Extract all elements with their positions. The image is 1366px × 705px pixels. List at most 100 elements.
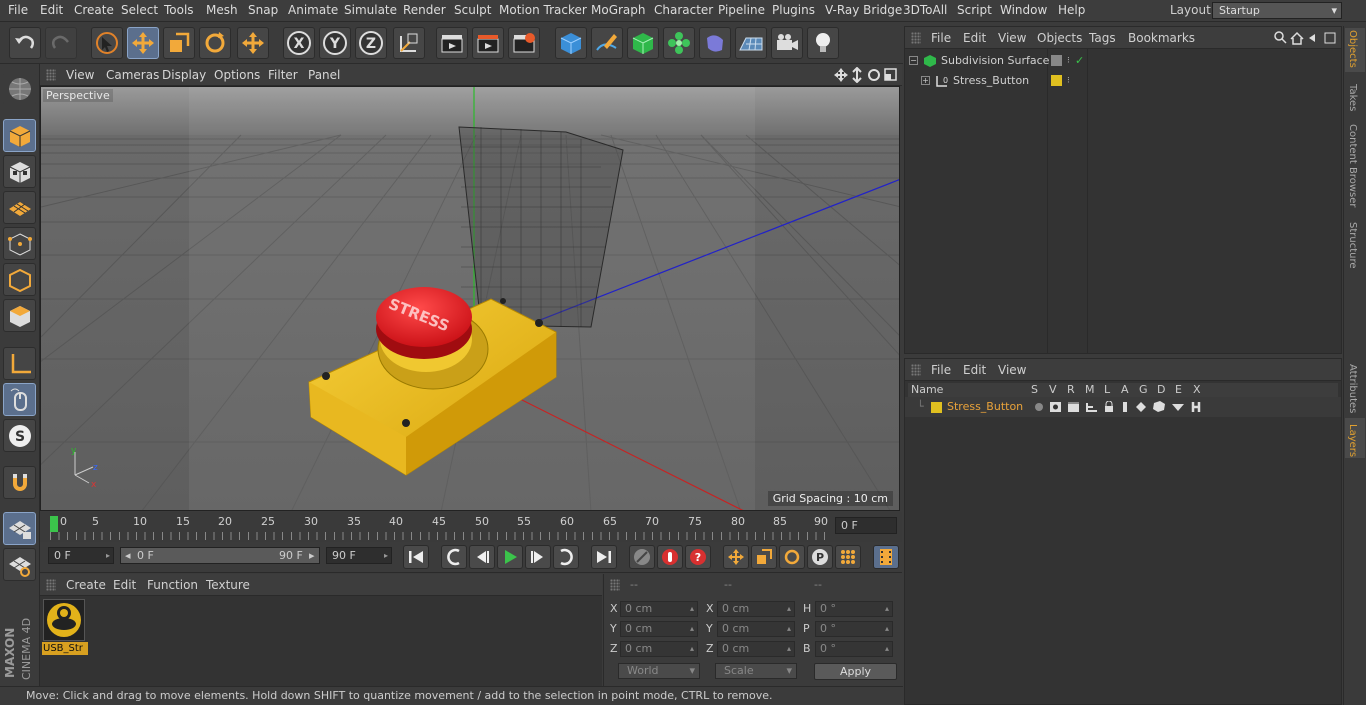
solo-button[interactable]: S bbox=[3, 419, 36, 452]
tab-attributes[interactable]: Attributes bbox=[1347, 364, 1358, 413]
live-selection-button[interactable] bbox=[91, 27, 123, 59]
grip-icon[interactable] bbox=[46, 69, 56, 81]
menu-plugins[interactable]: Plugins bbox=[772, 3, 815, 17]
grip-icon[interactable] bbox=[46, 579, 56, 591]
next-key-button[interactable] bbox=[553, 545, 579, 569]
visibility-dots[interactable]: ⁝ bbox=[1067, 51, 1070, 71]
menu-mesh[interactable]: Mesh bbox=[206, 3, 238, 17]
model-mode-button[interactable] bbox=[3, 119, 36, 152]
col-animation[interactable]: A bbox=[1121, 383, 1129, 396]
subdivision-surface-button[interactable] bbox=[627, 27, 659, 59]
object-row-subdivision[interactable]: − Subdivision Surface ⁝ ✓ bbox=[905, 51, 1341, 71]
timeline-window-button[interactable] bbox=[873, 545, 899, 569]
apply-button[interactable]: Apply bbox=[814, 663, 897, 680]
redo-button[interactable] bbox=[45, 27, 77, 59]
rotation-h-field[interactable]: 0 ° bbox=[815, 601, 893, 617]
object-name[interactable]: Stress_Button bbox=[953, 71, 1029, 91]
menu-tools[interactable]: Tools bbox=[164, 3, 194, 17]
key-pla-button[interactable] bbox=[835, 545, 861, 569]
menu-select[interactable]: Select bbox=[121, 3, 158, 17]
layer-color-swatch[interactable] bbox=[931, 402, 942, 413]
polygons-mode-button[interactable] bbox=[3, 299, 36, 332]
tab-structure[interactable]: Structure bbox=[1347, 222, 1358, 269]
vp-menu-options[interactable]: Options bbox=[214, 68, 260, 82]
object-manager-tools[interactable] bbox=[1273, 30, 1339, 46]
menu-animate[interactable]: Animate bbox=[288, 3, 338, 17]
rotation-b-field[interactable]: 0 ° bbox=[815, 641, 893, 657]
move-tool-button[interactable] bbox=[127, 27, 159, 59]
menu-window[interactable]: Window bbox=[1000, 3, 1047, 17]
axis-mode-button[interactable] bbox=[3, 347, 36, 380]
visibility-dots[interactable]: ⁝ bbox=[1067, 71, 1070, 91]
mat-menu-texture[interactable]: Texture bbox=[206, 578, 250, 592]
vp-menu-panel[interactable]: Panel bbox=[308, 68, 340, 82]
playhead[interactable] bbox=[50, 516, 58, 532]
start-frame-field[interactable]: 0 F bbox=[48, 547, 114, 564]
recent-tool-button[interactable] bbox=[237, 27, 269, 59]
goto-end-button[interactable] bbox=[591, 545, 617, 569]
mat-menu-edit[interactable]: Edit bbox=[113, 578, 136, 592]
obj-menu-view[interactable]: View bbox=[998, 31, 1026, 45]
tab-objects[interactable]: Objects bbox=[1347, 30, 1358, 68]
obj-menu-objects[interactable]: Objects bbox=[1037, 31, 1082, 45]
menu-motion-tracker[interactable]: Motion Tracker bbox=[499, 3, 587, 17]
col-deformers[interactable]: D bbox=[1157, 383, 1165, 396]
menu-sculpt[interactable]: Sculpt bbox=[454, 3, 491, 17]
next-frame-button[interactable] bbox=[525, 545, 551, 569]
col-generators[interactable]: G bbox=[1139, 383, 1148, 396]
obj-menu-bookmarks[interactable]: Bookmarks bbox=[1128, 31, 1195, 45]
layer-menu-view[interactable]: View bbox=[998, 363, 1026, 377]
z-axis-button[interactable]: Z bbox=[355, 27, 387, 59]
key-position-button[interactable] bbox=[723, 545, 749, 569]
position-z-field[interactable]: 0 cm bbox=[620, 641, 698, 657]
size-z-field[interactable]: 0 cm bbox=[717, 641, 795, 657]
menu-edit[interactable]: Edit bbox=[40, 3, 63, 17]
cloner-button[interactable] bbox=[663, 27, 695, 59]
timeline[interactable]: 0 5 10 15 20 25 30 35 40 45 50 55 60 65 … bbox=[40, 512, 902, 542]
col-locked[interactable]: L bbox=[1104, 383, 1110, 396]
object-name[interactable]: Subdivision Surface bbox=[941, 51, 1049, 71]
key-scale-button[interactable] bbox=[751, 545, 777, 569]
col-solo[interactable]: S bbox=[1031, 383, 1038, 396]
rotate-tool-button[interactable] bbox=[199, 27, 231, 59]
play-button[interactable] bbox=[497, 545, 523, 569]
grip-icon[interactable] bbox=[911, 364, 921, 376]
menu-script[interactable]: Script bbox=[957, 3, 992, 17]
layout-select[interactable]: Startup bbox=[1212, 2, 1342, 19]
grip-icon[interactable] bbox=[911, 32, 921, 44]
camera-button[interactable] bbox=[771, 27, 803, 59]
menu-create[interactable]: Create bbox=[74, 3, 114, 17]
prev-frame-button[interactable] bbox=[469, 545, 495, 569]
render-picture-viewer-button[interactable] bbox=[472, 27, 504, 59]
cube-button[interactable] bbox=[555, 27, 587, 59]
locked-workplane-button[interactable] bbox=[3, 512, 36, 545]
material-name[interactable]: USB_Str bbox=[42, 642, 88, 655]
layer-row[interactable]: └ Stress_Button bbox=[905, 397, 1341, 417]
tab-content-browser[interactable]: Content Browser bbox=[1347, 124, 1358, 207]
render-view-button[interactable] bbox=[436, 27, 468, 59]
layer-name[interactable]: Stress_Button bbox=[947, 397, 1023, 417]
size-y-field[interactable]: 0 cm bbox=[717, 621, 795, 637]
object-row-stress-button[interactable]: + 0 Stress_Button ⁝ bbox=[905, 71, 1341, 91]
col-manager[interactable]: M bbox=[1085, 383, 1095, 396]
menu-help[interactable]: Help bbox=[1058, 3, 1085, 17]
col-view[interactable]: V bbox=[1049, 383, 1057, 396]
perspective-viewport[interactable]: STRESS y z x Perspective Grid Spacing : … bbox=[40, 86, 900, 511]
layer-color-swatch[interactable] bbox=[1051, 75, 1062, 86]
undo-button[interactable] bbox=[9, 27, 41, 59]
floor-button[interactable] bbox=[735, 27, 767, 59]
coordinate-space-select[interactable]: World bbox=[618, 663, 700, 679]
workplane-mode-button[interactable] bbox=[3, 191, 36, 224]
col-name[interactable]: Name bbox=[911, 383, 943, 396]
goto-start-button[interactable] bbox=[403, 545, 429, 569]
scale-tool-button[interactable] bbox=[163, 27, 195, 59]
frame-range-slider[interactable]: ◂ 0 F 90 F ▸ bbox=[120, 547, 320, 564]
vp-menu-view[interactable]: View bbox=[66, 68, 94, 82]
layer-flag-icons[interactable] bbox=[1033, 401, 1201, 413]
layer-menu-edit[interactable]: Edit bbox=[963, 363, 986, 377]
end-frame-field[interactable]: 90 F bbox=[326, 547, 392, 564]
x-axis-button[interactable]: X bbox=[283, 27, 315, 59]
obj-menu-file[interactable]: File bbox=[931, 31, 951, 45]
menu-snap[interactable]: Snap bbox=[248, 3, 278, 17]
viewport-nav-icons[interactable] bbox=[834, 67, 898, 83]
